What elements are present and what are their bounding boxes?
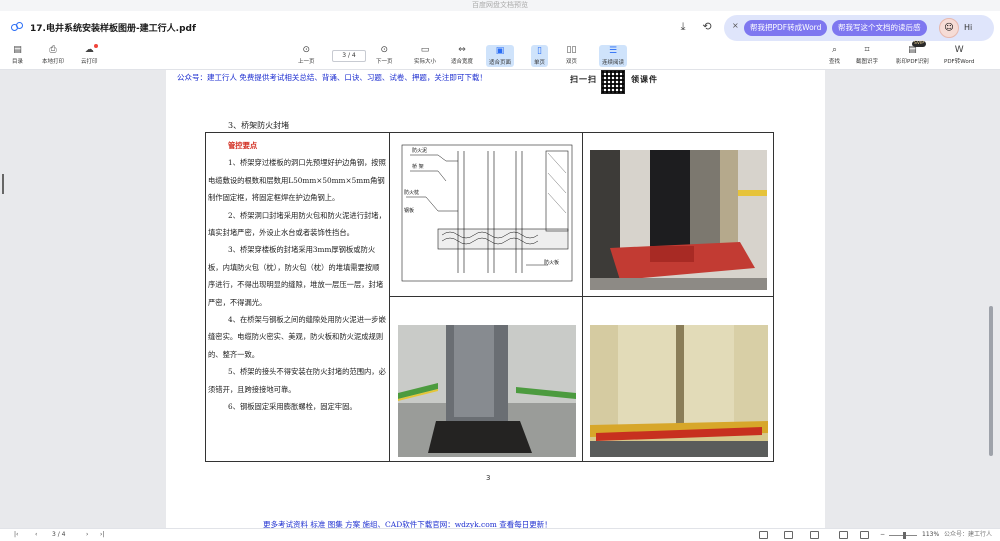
assistant-avatar[interactable]: ☺ xyxy=(939,18,959,38)
actual-size-icon: ▭ xyxy=(420,45,430,55)
titlebar: 17.电井系统安装样板图册-建工行人.pdf ⤓ ⟲ × 帮我把PDF转成Wor… xyxy=(0,11,1000,43)
share-icon[interactable]: ⟲ xyxy=(700,20,714,34)
screenshot-ocr-button[interactable]: ⌗ 截图识字 xyxy=(856,45,878,65)
fit-page-icon: ▣ xyxy=(495,46,505,56)
double-page-button[interactable]: ▯▯ 双页 xyxy=(566,45,577,65)
local-print-button[interactable]: ⎙ 本地打印 xyxy=(42,45,64,65)
search-icon: ⌕ xyxy=(831,45,838,55)
zoom-out-icon[interactable]: − xyxy=(880,531,885,539)
next-page-button[interactable]: ⊙ 下一页 xyxy=(376,45,393,65)
single-page-icon: ▯ xyxy=(537,46,542,56)
brand-right: 领课件 xyxy=(631,74,658,84)
scrollbar-thumb[interactable] xyxy=(989,306,993,456)
watermark-text: 公众号：建工行人 xyxy=(944,531,993,538)
fit-width-view-icon[interactable] xyxy=(839,531,848,539)
next-page-icon[interactable]: › xyxy=(86,531,88,539)
prev-page-icon[interactable]: ‹ xyxy=(35,531,37,539)
download-icon[interactable]: ⤓ xyxy=(676,20,690,34)
page-number-input[interactable]: 3 / 4 xyxy=(332,50,366,62)
floor-sleeve-photo xyxy=(398,325,576,457)
continuous-icon: ☰ xyxy=(608,46,618,56)
paragraph: 2、桥架洞口封堵采用防火包和防火泥进行封堵，填实封堵严密，外设止水台或者装饰性挡… xyxy=(208,210,386,238)
vertical-scrollbar[interactable] xyxy=(988,70,995,528)
continuous-reading-button[interactable]: ☰ 连续阅读 xyxy=(599,45,628,67)
cable-tray-seal-photo xyxy=(590,150,767,290)
baidu-cloud-icon xyxy=(11,22,25,32)
double-view-icon[interactable] xyxy=(784,531,793,539)
page-number: 3 xyxy=(486,474,491,482)
paragraph: 3、桥架穿楼板的封堵采用3mm厚钢板或防火板，内填防火包（枕），防火包（枕）的堆… xyxy=(208,245,384,307)
toc-icon: ▤ xyxy=(13,45,22,55)
status-page-indicator[interactable]: 3 / 4 xyxy=(52,531,65,539)
scan-pdf-button[interactable]: ▤ 影印PDF识别 xyxy=(896,45,929,65)
paragraph: 1、桥架穿过楼板的洞口先预埋好护边角钢，按照电缆敷设的根数和层数用L50mm×5… xyxy=(208,158,386,203)
status-bar: |‹ ‹ 3 / 4 › ›| − 113% 公众号：建工行人 xyxy=(0,528,1000,541)
toc-button[interactable]: ▤ 目录 xyxy=(12,45,23,65)
double-page-icon: ▯▯ xyxy=(566,45,577,55)
document-viewer[interactable]: 公众号：建工行人 免费提供考试相关总结、背诵、口诀、习题、试卷、押题，关注即可下… xyxy=(0,70,1000,528)
prev-page-button[interactable]: ⊙ 上一页 xyxy=(298,45,315,65)
actual-size-button[interactable]: ▭ 实际大小 xyxy=(414,45,436,65)
print-icon: ⎙ xyxy=(49,45,57,55)
screenshot-ocr-icon: ⌗ xyxy=(864,45,870,55)
cloud-print-button[interactable]: ☁ 云打印 xyxy=(81,45,98,65)
single-view-icon[interactable] xyxy=(759,531,768,539)
svip-badge: SVIP xyxy=(912,41,926,47)
drawing-label: 防火板 xyxy=(544,260,560,266)
toolbar: ▤ 目录 ⎙ 本地打印 ☁ 云打印 ⊙ 上一页 3 / 4 ⊙ 下一页 ▭ 实际大小 ⇔ 适合… xyxy=(0,41,1000,70)
technical-drawing: 防火泥 桥 架 防火枕 钢板 防火板 xyxy=(398,141,575,287)
single-page-button[interactable]: ▯ 单页 xyxy=(531,45,549,67)
drawing-label: 防火泥 xyxy=(412,148,428,154)
first-page-icon[interactable]: |‹ xyxy=(14,531,18,539)
pdf-to-word-icon: W xyxy=(954,45,964,55)
ai-assistant-bar: × 帮我把PDF转成Word 帮我写这个文档的读后感 ☺ Hi xyxy=(724,15,994,41)
zoom-level[interactable]: 113% xyxy=(922,531,939,539)
text-cell: 管控要点 1、桥架穿过楼板的洞口先预埋好护边角钢，按照电缆敷设的根数和层数用L5… xyxy=(208,137,386,416)
pdf-to-word-suggestion-button[interactable]: 帮我把PDF转成Word xyxy=(744,20,828,36)
qr-code-image xyxy=(601,70,625,94)
continuous-view-icon[interactable] xyxy=(810,531,819,539)
key-points-heading: 管控要点 xyxy=(228,141,258,150)
brand-left: 扫一扫 xyxy=(570,74,597,84)
sidebar-handle[interactable] xyxy=(2,174,4,194)
header-note: 公众号：建工行人 免费提供考试相关总结、背诵、口诀、习题、试卷、押题，关注即可下… xyxy=(177,73,487,82)
section-title: 3、桥架防火封堵 xyxy=(228,121,290,130)
system-title: 百度网盘文档预览 xyxy=(0,0,1000,11)
zoom-slider-handle[interactable] xyxy=(903,532,906,539)
paragraph: 4、在桥架与钢板之间的缝隙处用防火泥进一步嵌缝密实。电缆防火密实、美观，防火板和… xyxy=(208,315,386,359)
pdf-viewer-window: 百度网盘文档预览 17.电井系统安装样板图册-建工行人.pdf ⤓ ⟲ × 帮我… xyxy=(0,0,1000,541)
pdf-to-word-button[interactable]: W PDF转Word xyxy=(944,45,974,65)
search-button[interactable]: ⌕ 查找 xyxy=(829,45,840,65)
last-page-icon[interactable]: ›| xyxy=(100,531,104,539)
fit-page-view-icon[interactable] xyxy=(860,531,869,539)
fit-width-button[interactable]: ⇔ 适合宽度 xyxy=(451,45,473,65)
footer-note: 更多考试资料 标准 图集 方案 施组、CAD软件下载官网：wdzyk.com 查… xyxy=(263,520,552,528)
fit-width-icon: ⇔ xyxy=(458,45,466,55)
close-icon[interactable]: × xyxy=(732,21,739,30)
document-title: 17.电井系统安装样板图册-建工行人.pdf xyxy=(30,23,196,34)
arrow-up-icon: ⊙ xyxy=(302,45,311,55)
drawing-label: 防火枕 xyxy=(404,190,420,196)
drawing-label: 桥 架 xyxy=(412,164,424,170)
paragraph: 6、钢板固定采用膨胀螺栓，固定牢固。 xyxy=(228,402,357,412)
new-badge xyxy=(94,44,98,48)
paragraph: 5、桥架的接头不得安装在防火封堵的范围内，必须错开，且跨接接地可靠。 xyxy=(208,367,386,394)
pdf-page: 公众号：建工行人 免费提供考试相关总结、背诵、口诀、习题、试卷、押题，关注即可下… xyxy=(166,70,825,528)
review-suggestion-button[interactable]: 帮我写这个文档的读后感 xyxy=(832,20,927,36)
assistant-greeting[interactable]: Hi xyxy=(964,23,972,32)
fireproof-panel-photo xyxy=(590,325,768,457)
arrow-down-icon: ⊙ xyxy=(380,45,389,55)
content-table: 管控要点 1、桥架穿过楼板的洞口先预埋好护边角钢，按照电缆敷设的根数和层数用L5… xyxy=(205,132,774,462)
drawing-label: 钢板 xyxy=(404,208,415,214)
fit-page-button[interactable]: ▣ 适合页面 xyxy=(486,45,515,67)
